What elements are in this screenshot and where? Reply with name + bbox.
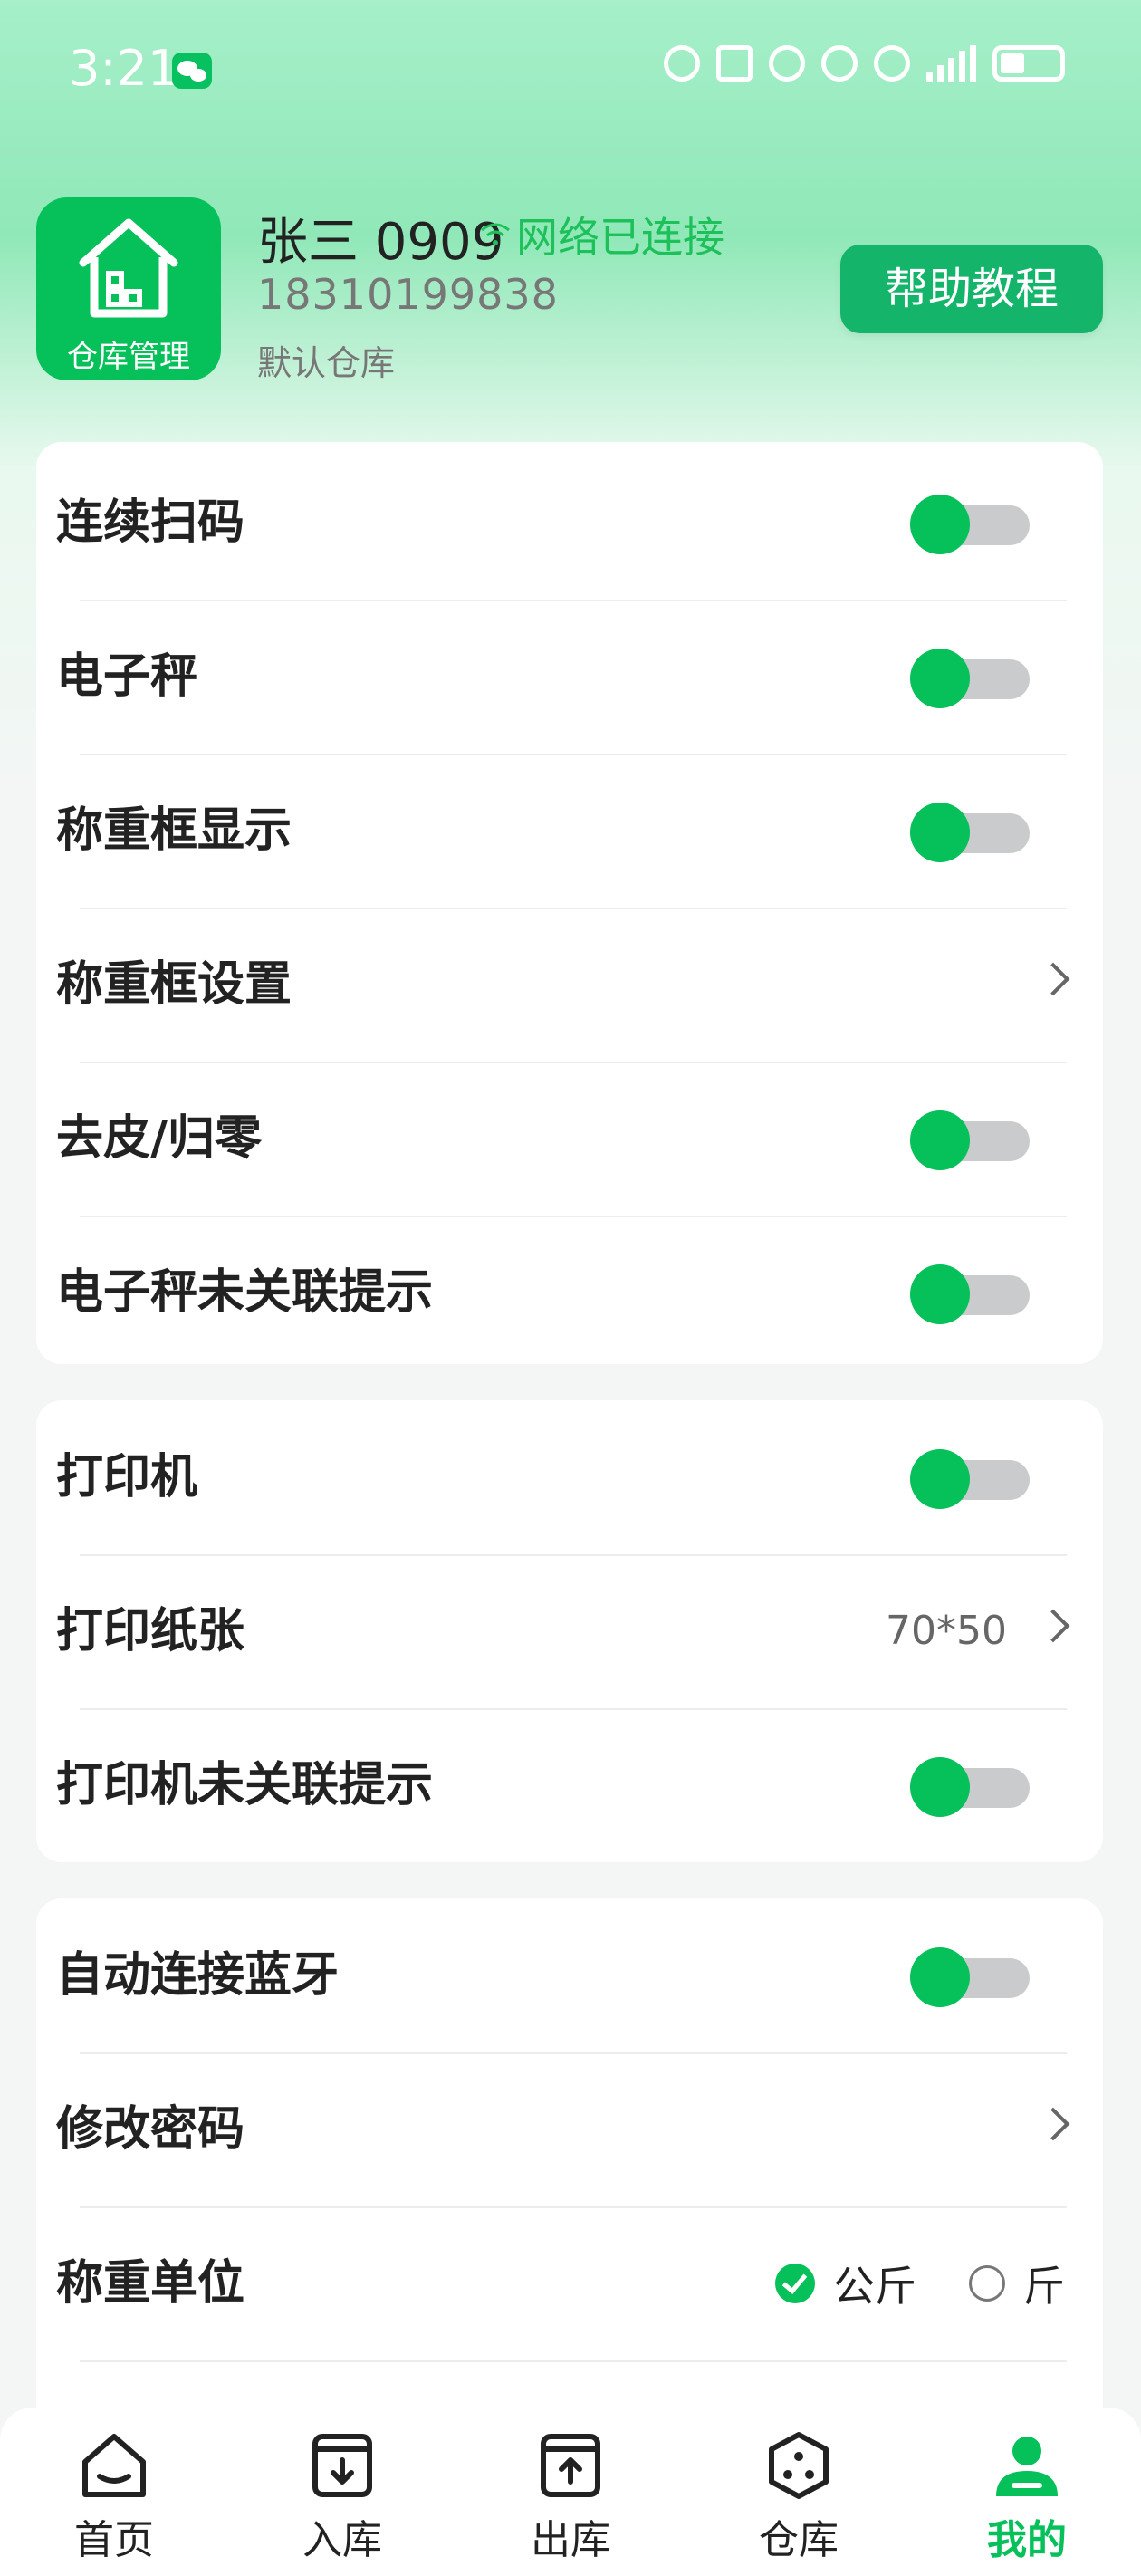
warehouse-icon [769,2432,829,2499]
setting-row-change-password[interactable]: 修改密码 [36,2052,1103,2206]
chevron-right-icon [1036,2107,1070,2141]
network-status: 网络已连接 [480,205,724,264]
status-time: 3:21 [69,40,179,97]
nav-item-home[interactable]: 首页 [0,2408,228,2576]
nav-label: 入库 [302,2517,382,2563]
status-bar: 3:21 [0,0,1141,145]
setting-label: 电子秤未关联提示 [56,1265,434,1320]
cell-signal-icon [926,45,976,82]
wifi-icon [481,223,510,245]
setting-row-auto-bluetooth[interactable]: 自动连接蓝牙 [36,1898,1103,2052]
continuous-scan-toggle[interactable] [910,495,1030,554]
app-logo: 仓库管理 [36,197,221,380]
setting-row-weigh-box-display[interactable]: 称重框显示 [36,754,1103,908]
setting-label: 打印纸张 [56,1604,245,1658]
chevron-right-icon [1036,962,1070,996]
radio-jin[interactable] [969,2265,1005,2302]
radio-label-kg[interactable]: 公斤 [833,2254,916,2313]
auto-bluetooth-toggle[interactable] [910,1947,1030,2007]
nav-label: 我的 [987,2517,1067,2563]
weight-unit-radio-group: 公斤 斤 [775,2206,1065,2360]
setting-row-printer-unlinked-alert[interactable]: 打印机未关联提示 [36,1708,1103,1862]
inbound-icon [312,2434,372,2497]
setting-label: 电子秤 [56,649,198,704]
electronic-scale-toggle[interactable] [910,649,1030,708]
weigh-box-display-toggle[interactable] [910,803,1030,862]
scale-unlinked-alert-toggle[interactable] [910,1264,1030,1324]
outbound-icon [541,2434,600,2497]
nav-label: 首页 [74,2517,154,2563]
battery-icon [992,45,1065,82]
mute-bell-icon [821,45,858,82]
printer-toggle[interactable] [910,1449,1030,1509]
setting-label: 称重框显示 [56,803,292,858]
speed-icon [664,45,700,82]
setting-row-scale-unlinked-alert[interactable]: 电子秤未关联提示 [36,1216,1103,1370]
user-name: 张三 0909 [257,213,504,272]
user-phone: 18310199838 [257,270,559,319]
setting-row-continuous-scan[interactable]: 连续扫码 [36,446,1103,600]
bottom-nav: 首页 入库 出库 仓库 我的 [0,2408,1141,2576]
printer-settings-card: 打印机 打印纸张 70*50 打印机未关联提示 [36,1400,1103,1862]
warehouse-house-icon [79,218,178,318]
nav-item-inbound[interactable]: 入库 [228,2408,456,2576]
print-paper-value: 70*50 [886,1608,1007,1654]
bluetooth-icon [769,45,805,82]
nfc-icon [716,45,753,82]
profile-icon [996,2437,1058,2496]
setting-row-weigh-box-settings[interactable]: 称重框设置 [36,908,1103,1062]
printer-unlinked-alert-toggle[interactable] [910,1757,1030,1817]
setting-label: 打印机 [56,1450,198,1504]
logo-label: 仓库管理 [67,339,190,375]
tare-zero-toggle[interactable] [910,1110,1030,1170]
current-warehouse: 默认仓库 [257,343,396,383]
nav-label: 出库 [531,2517,610,2563]
radio-label-jin[interactable]: 斤 [1023,2254,1065,2313]
general-settings-card: 自动连接蓝牙 修改密码 称重单位 公斤 斤 [36,1898,1103,2460]
nav-item-warehouse[interactable]: 仓库 [685,2408,913,2576]
setting-label: 自动连接蓝牙 [56,1948,340,2003]
chevron-right-icon [1036,1609,1070,1643]
nav-item-profile[interactable]: 我的 [913,2408,1141,2576]
network-status-text: 网络已连接 [516,213,724,262]
setting-row-tare-zero[interactable]: 去皮/归零 [36,1062,1103,1216]
scale-settings-card: 连续扫码 电子秤 称重框显示 称重框设置 去皮/归零 电子秤未关联提示 [36,442,1103,1364]
nav-label: 仓库 [759,2517,839,2563]
nav-item-outbound[interactable]: 出库 [456,2408,685,2576]
setting-row-printer[interactable]: 打印机 [36,1400,1103,1554]
setting-label: 称重单位 [56,2256,245,2311]
radio-kg[interactable] [775,2264,815,2303]
status-icons [664,45,1065,82]
home-icon [82,2434,146,2497]
wifi-status-icon [874,45,910,82]
setting-label: 打印机未关联提示 [56,1758,434,1812]
setting-row-print-paper[interactable]: 打印纸张 70*50 [36,1554,1103,1708]
setting-row-electronic-scale[interactable]: 电子秤 [36,600,1103,754]
setting-label: 去皮/归零 [56,1111,262,1166]
help-tutorial-button[interactable]: 帮助教程 [840,245,1103,333]
setting-label: 称重框设置 [56,957,292,1012]
wechat-notification-icon [172,53,212,89]
setting-label: 修改密码 [56,2102,245,2157]
setting-row-weight-unit: 称重单位 公斤 斤 [36,2206,1103,2360]
setting-label: 连续扫码 [56,495,245,550]
